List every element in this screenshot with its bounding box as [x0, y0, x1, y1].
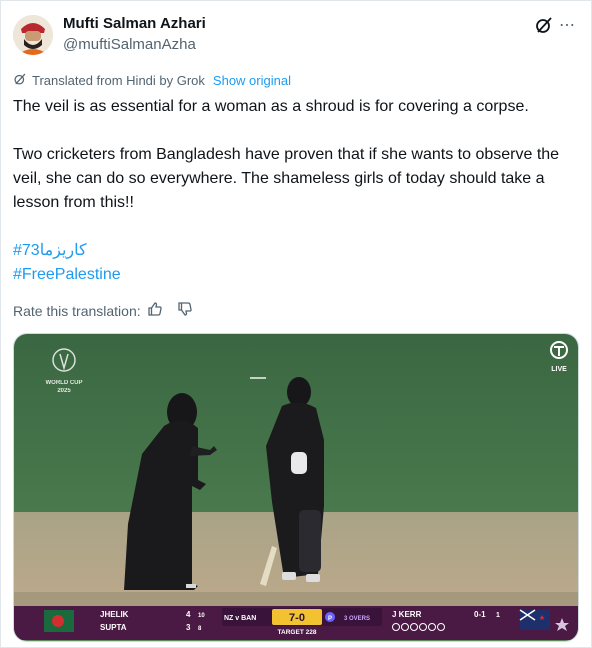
author-name[interactable]: Mufti Salman Azhari — [63, 15, 206, 32]
thumbs-down-icon[interactable] — [177, 301, 193, 320]
event-logo-text: WORLD CUP — [46, 380, 83, 386]
event-logo-year: 2025 — [57, 388, 71, 394]
hashtag-link[interactable]: #FreePalestine — [13, 263, 581, 287]
translation-notice: Translated from Hindi by Grok Show origi… — [13, 72, 291, 89]
bowler-name: J KERR — [392, 610, 422, 619]
batter2-name: SUPTA — [100, 623, 127, 632]
grok-icon[interactable] — [534, 15, 554, 35]
hashtag-link[interactable]: #کاریزما73 — [13, 239, 581, 263]
score: 7-0 — [289, 612, 305, 624]
grok-icon — [13, 72, 27, 89]
batter1-name: JHELIK — [100, 610, 129, 619]
more-icon[interactable]: ⋯ — [559, 16, 579, 36]
match-label: NZ v BAN — [224, 615, 256, 622]
thumbs-up-icon[interactable] — [147, 301, 163, 320]
translation-label: Translated from Hindi by Grok — [32, 73, 205, 88]
batter2-runs: 3 — [186, 623, 191, 632]
overs-label: 3 OVERS — [344, 616, 370, 622]
show-original-link[interactable]: Show original — [213, 73, 291, 88]
post-image[interactable]: WORLD CUP 2025 LIVE JHELIK 4 10 SUPTA 3 … — [13, 333, 579, 642]
tweet-card: Mufti Salman Azhari @muftiSalmanAzha ⋯ T… — [0, 0, 592, 648]
live-badge: LIVE — [551, 366, 567, 373]
bowler-figures: 0-1 — [474, 610, 486, 619]
rate-label: Rate this translation: — [13, 302, 141, 319]
post-text: The veil is as essential for a woman as … — [13, 95, 581, 287]
bowler-overs: 1 — [496, 612, 500, 619]
post-line-2: Two cricketers from Bangladesh have prov… — [13, 146, 560, 211]
author-handle[interactable]: @muftiSalmanAzha — [63, 36, 196, 53]
rate-translation: Rate this translation: — [13, 301, 193, 320]
target-label: TARGET 228 — [278, 629, 317, 636]
batter1-runs: 4 — [186, 610, 191, 619]
powerplay-badge: P — [328, 616, 332, 622]
post-line-1: The veil is as essential for a woman as … — [13, 98, 529, 115]
batter1-balls: 10 — [198, 613, 205, 619]
scoreboard: JHELIK 4 10 SUPTA 3 8 NZ v BAN 7-0 P 3 O… — [14, 606, 578, 640]
avatar[interactable] — [13, 15, 53, 55]
